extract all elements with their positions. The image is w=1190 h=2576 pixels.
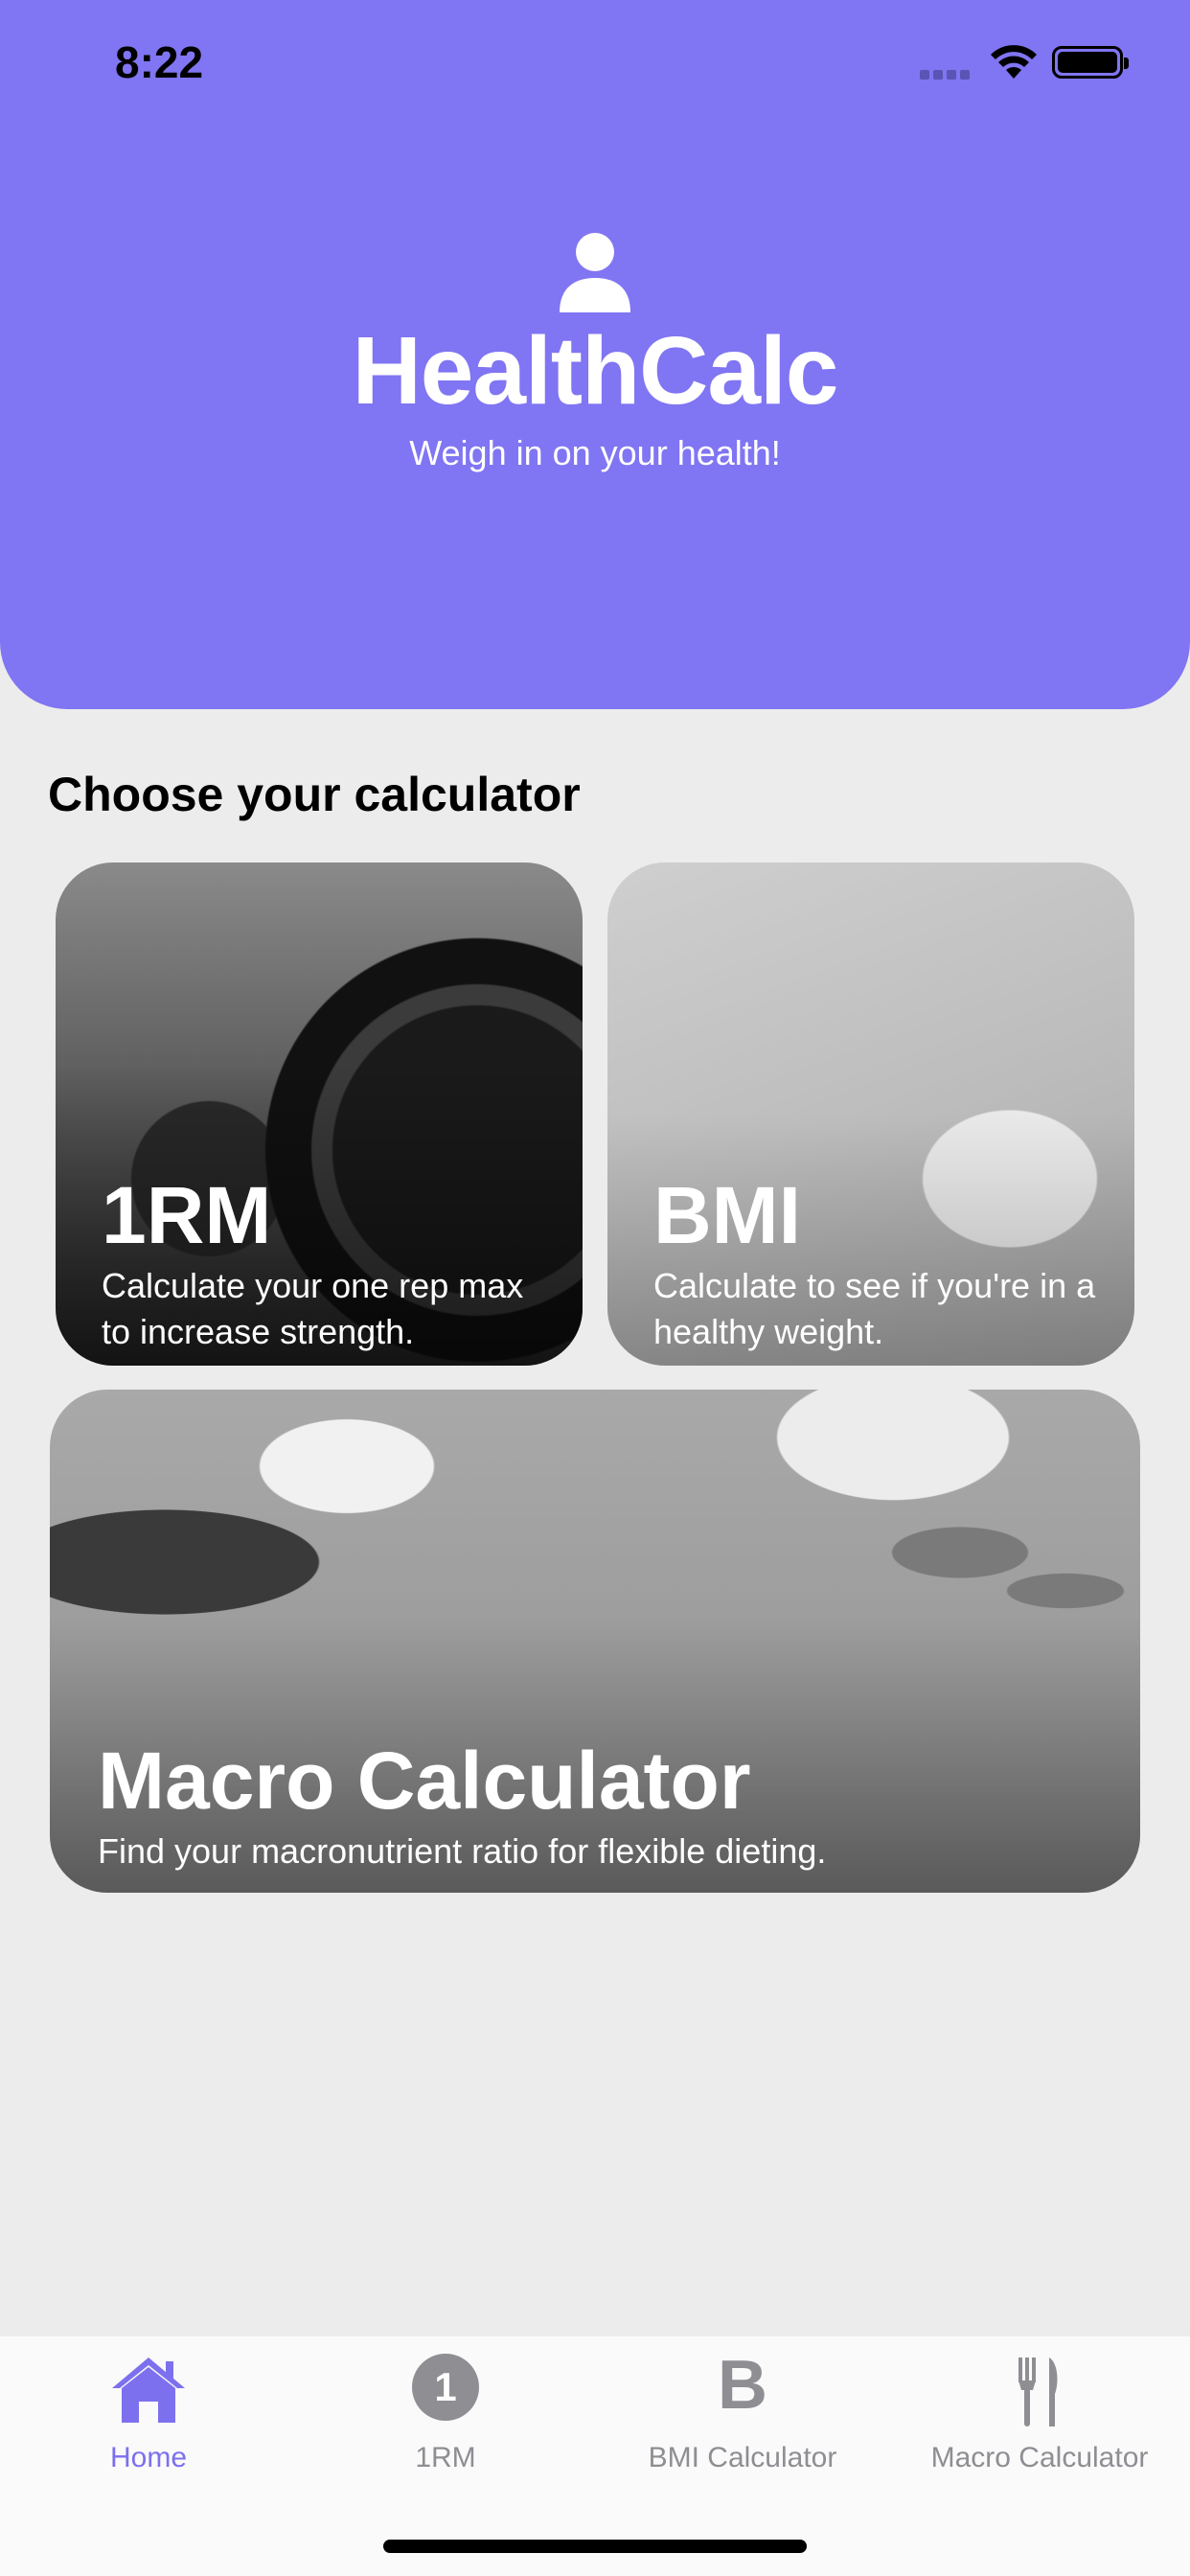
house-icon	[112, 2358, 185, 2423]
battery-icon	[1052, 46, 1129, 79]
card-macro-calculator[interactable]: Macro Calculator Find your macronutrient…	[50, 1390, 1140, 1893]
status-time: 8:22	[115, 37, 204, 87]
fork-knife-icon	[1018, 2358, 1058, 2426]
app-title: HealthCalc	[352, 317, 839, 425]
card-description: Calculate to see if you're in a healthy …	[653, 1266, 1096, 1351]
letter-b-icon: B	[718, 2347, 767, 2424]
app-subtitle: Weigh in on your health!	[409, 433, 781, 472]
card-1rm[interactable]: 1RM Calculate your one rep max to increa…	[56, 862, 583, 1366]
card-bmi[interactable]: BMI Calculate to see if you're in a heal…	[607, 862, 1134, 1366]
section-title: Choose your calculator	[48, 768, 581, 821]
tab-home[interactable]: Home	[0, 2336, 297, 2490]
home-indicator[interactable]	[383, 2540, 807, 2553]
wifi-icon	[991, 45, 1037, 79]
tab-label: 1RM	[415, 2442, 476, 2473]
card-title: BMI	[653, 1170, 801, 1260]
tab-bmi-calculator[interactable]: B BMI Calculator	[594, 2336, 891, 2490]
tab-label: Home	[109, 2442, 188, 2473]
card-title: 1RM	[102, 1170, 272, 1260]
tab-1rm[interactable]: 1 1RM	[297, 2336, 594, 2490]
number-one-icon: 1	[412, 2354, 479, 2421]
tab-label: Macro Calculator	[930, 2442, 1149, 2473]
card-description: Calculate your one rep max to increase s…	[102, 1266, 524, 1351]
status-icons	[920, 42, 1131, 84]
card-title: Macro Calculator	[98, 1736, 751, 1826]
tab-macro-calculator[interactable]: Macro Calculator	[891, 2336, 1188, 2490]
tab-label: BMI Calculator	[648, 2442, 837, 2473]
header-banner: 8:22 HealthCalc Weigh in on your health!	[0, 0, 1190, 709]
cellular-signal-icon	[920, 67, 973, 80]
card-description: Find your macronutrient ratio for flexib…	[98, 1831, 827, 1871]
user-icon	[560, 233, 630, 312]
